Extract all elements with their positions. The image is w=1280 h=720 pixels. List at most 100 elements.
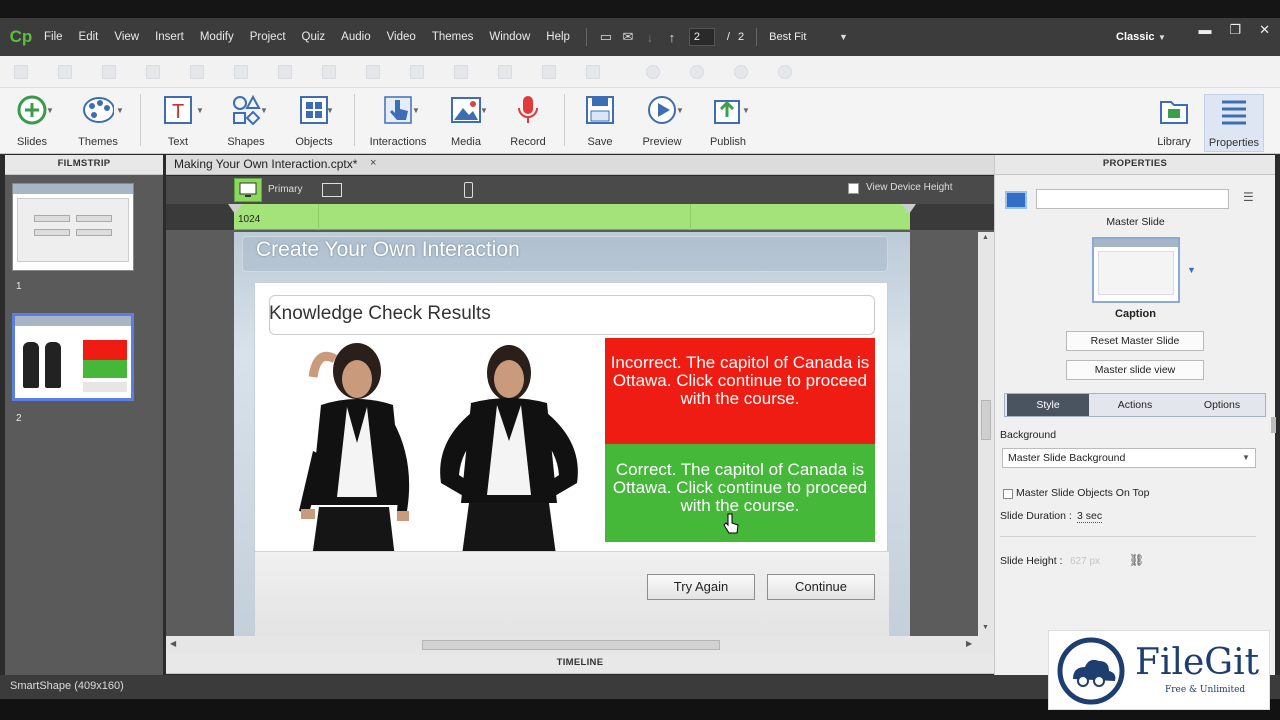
menu-file[interactable]: File — [36, 31, 71, 43]
send-back-icon[interactable] — [778, 65, 792, 79]
bring-forward-icon[interactable] — [690, 65, 704, 79]
arrange-icon[interactable] — [586, 65, 600, 79]
horizontal-scrollbar[interactable]: ◀ ▶ — [166, 636, 994, 654]
themes-button[interactable]: Themes — [68, 94, 128, 152]
publish-caret-icon[interactable]: ▼ — [742, 106, 750, 115]
panel-scrollbar[interactable] — [1271, 417, 1276, 433]
slide-duration-value[interactable]: 3 sec — [1077, 510, 1103, 523]
center-v-icon[interactable] — [542, 65, 556, 79]
align-center-icon[interactable] — [58, 65, 72, 79]
master-dropdown-icon[interactable]: ▼ — [1187, 265, 1196, 275]
menu-view[interactable]: View — [106, 31, 147, 43]
close-icon[interactable]: ✕ — [1259, 22, 1270, 38]
master-slide-thumbnail[interactable] — [1092, 237, 1180, 303]
tab-actions[interactable]: Actions — [1091, 394, 1179, 416]
preview-button[interactable]: Preview — [632, 94, 692, 152]
scroll-right-icon[interactable]: ▶ — [966, 639, 972, 648]
save-button[interactable]: Save — [570, 94, 630, 152]
shapes-button[interactable]: Shapes — [216, 94, 276, 152]
menu-audio[interactable]: Audio — [333, 31, 378, 43]
interactions-button[interactable]: Interactions — [366, 94, 430, 152]
continue-button[interactable]: Continue — [767, 574, 875, 600]
vertical-scrollbar[interactable]: ▲ ▼ — [978, 232, 994, 636]
comment-icon[interactable]: ▭ — [595, 29, 617, 45]
menu-video[interactable]: Video — [379, 31, 424, 43]
vertical-scroll-thumb[interactable] — [981, 400, 991, 440]
arrow-down-icon[interactable]: ↓ — [639, 30, 661, 45]
minimize-icon[interactable]: ▬ — [1198, 22, 1211, 38]
same-height-icon[interactable] — [410, 65, 424, 79]
align-bottom-icon[interactable] — [234, 65, 248, 79]
chevron-down-icon[interactable]: ▼ — [832, 32, 854, 42]
try-again-button[interactable]: Try Again — [647, 574, 755, 600]
publish-button[interactable]: Publish — [698, 94, 758, 152]
tab-options[interactable]: Options — [1179, 394, 1265, 416]
menu-modify[interactable]: Modify — [192, 31, 242, 43]
properties-button[interactable]: Properties — [1204, 94, 1264, 152]
menu-themes[interactable]: Themes — [424, 31, 482, 43]
record-button[interactable]: Record — [498, 94, 558, 152]
slide-thumbnail-2[interactable] — [12, 313, 134, 401]
center-h-icon[interactable] — [498, 65, 512, 79]
menu-window[interactable]: Window — [481, 31, 538, 43]
menu-project[interactable]: Project — [242, 31, 294, 43]
interactions-caret-icon[interactable]: ▼ — [412, 106, 420, 115]
slides-button[interactable]: Slides — [2, 94, 62, 152]
objects-button[interactable]: Objects — [284, 94, 344, 152]
menu-insert[interactable]: Insert — [147, 31, 192, 43]
tablet-device-icon[interactable] — [322, 183, 342, 197]
arrow-up-icon[interactable]: ↑ — [661, 30, 683, 45]
text-caret-icon[interactable]: ▼ — [196, 106, 204, 115]
tab-style[interactable]: Style — [1007, 394, 1089, 416]
slides-caret-icon[interactable]: ▼ — [46, 106, 54, 115]
incorrect-feedback-box[interactable]: Incorrect. The capitol of Canada is Otta… — [605, 338, 875, 444]
text-button[interactable]: T Text — [148, 94, 208, 152]
menu-help[interactable]: Help — [538, 31, 578, 43]
slide-number-input[interactable]: 2 — [688, 28, 715, 46]
panel-menu-icon[interactable]: ☰ — [1243, 190, 1254, 204]
workspace-select[interactable]: Classic — [1116, 31, 1155, 43]
master-slide-view-button[interactable]: Master slide view — [1066, 360, 1204, 380]
align-middle-icon[interactable] — [190, 65, 204, 79]
knowledge-check-title[interactable]: Knowledge Check Results — [269, 303, 491, 325]
mail-icon[interactable]: ✉ — [617, 29, 639, 45]
bring-front-icon[interactable] — [646, 65, 660, 79]
distribute-v-icon[interactable] — [322, 65, 336, 79]
menu-edit[interactable]: Edit — [71, 31, 107, 43]
objects-caret-icon[interactable]: ▼ — [326, 106, 334, 115]
document-tab[interactable]: Making Your Own Interaction.cptx* — [174, 157, 357, 171]
background-chevron-icon[interactable]: ▼ — [1242, 453, 1250, 462]
preview-caret-icon[interactable]: ▼ — [676, 106, 684, 115]
restore-icon[interactable]: ❐ — [1229, 22, 1241, 38]
correct-feedback-box[interactable]: Correct. The capitol of Canada is Ottawa… — [605, 444, 875, 542]
slide-thumbnail-1[interactable] — [12, 183, 134, 271]
distribute-h-icon[interactable] — [278, 65, 292, 79]
background-select[interactable]: Master Slide Background — [1002, 448, 1256, 468]
phone-device-icon[interactable] — [464, 182, 473, 198]
align-left-icon[interactable] — [14, 65, 28, 79]
slide-name-input[interactable] — [1036, 189, 1229, 209]
shapes-caret-icon[interactable]: ▼ — [260, 106, 268, 115]
align-right-icon[interactable] — [102, 65, 116, 79]
media-caret-icon[interactable]: ▼ — [480, 106, 488, 115]
same-width-icon[interactable] — [366, 65, 380, 79]
link-icon[interactable]: ⛓ — [1129, 553, 1144, 567]
themes-caret-icon[interactable]: ▼ — [116, 106, 124, 115]
device-width-bar[interactable]: 1024 — [234, 204, 910, 230]
close-tab-icon[interactable]: × — [370, 157, 376, 169]
workspace-chevron-icon[interactable]: ▼ — [1158, 33, 1166, 42]
scroll-down-icon[interactable]: ▼ — [982, 624, 989, 631]
timeline-header[interactable]: TIMELINE — [166, 654, 994, 674]
align-top-icon[interactable] — [146, 65, 160, 79]
media-button[interactable]: Media — [436, 94, 496, 152]
scroll-up-icon[interactable]: ▲ — [982, 234, 989, 241]
reset-master-slide-button[interactable]: Reset Master Slide — [1066, 331, 1204, 351]
library-button[interactable]: Library — [1144, 94, 1204, 152]
menu-quiz[interactable]: Quiz — [294, 31, 334, 43]
same-size-icon[interactable] — [454, 65, 468, 79]
zoom-select[interactable]: Best Fit — [765, 31, 810, 43]
breakpoint-right-marker-icon[interactable] — [902, 204, 916, 214]
desktop-device-icon[interactable] — [234, 178, 262, 202]
horizontal-scroll-thumb[interactable] — [422, 640, 720, 650]
scroll-left-icon[interactable]: ◀ — [170, 639, 176, 648]
